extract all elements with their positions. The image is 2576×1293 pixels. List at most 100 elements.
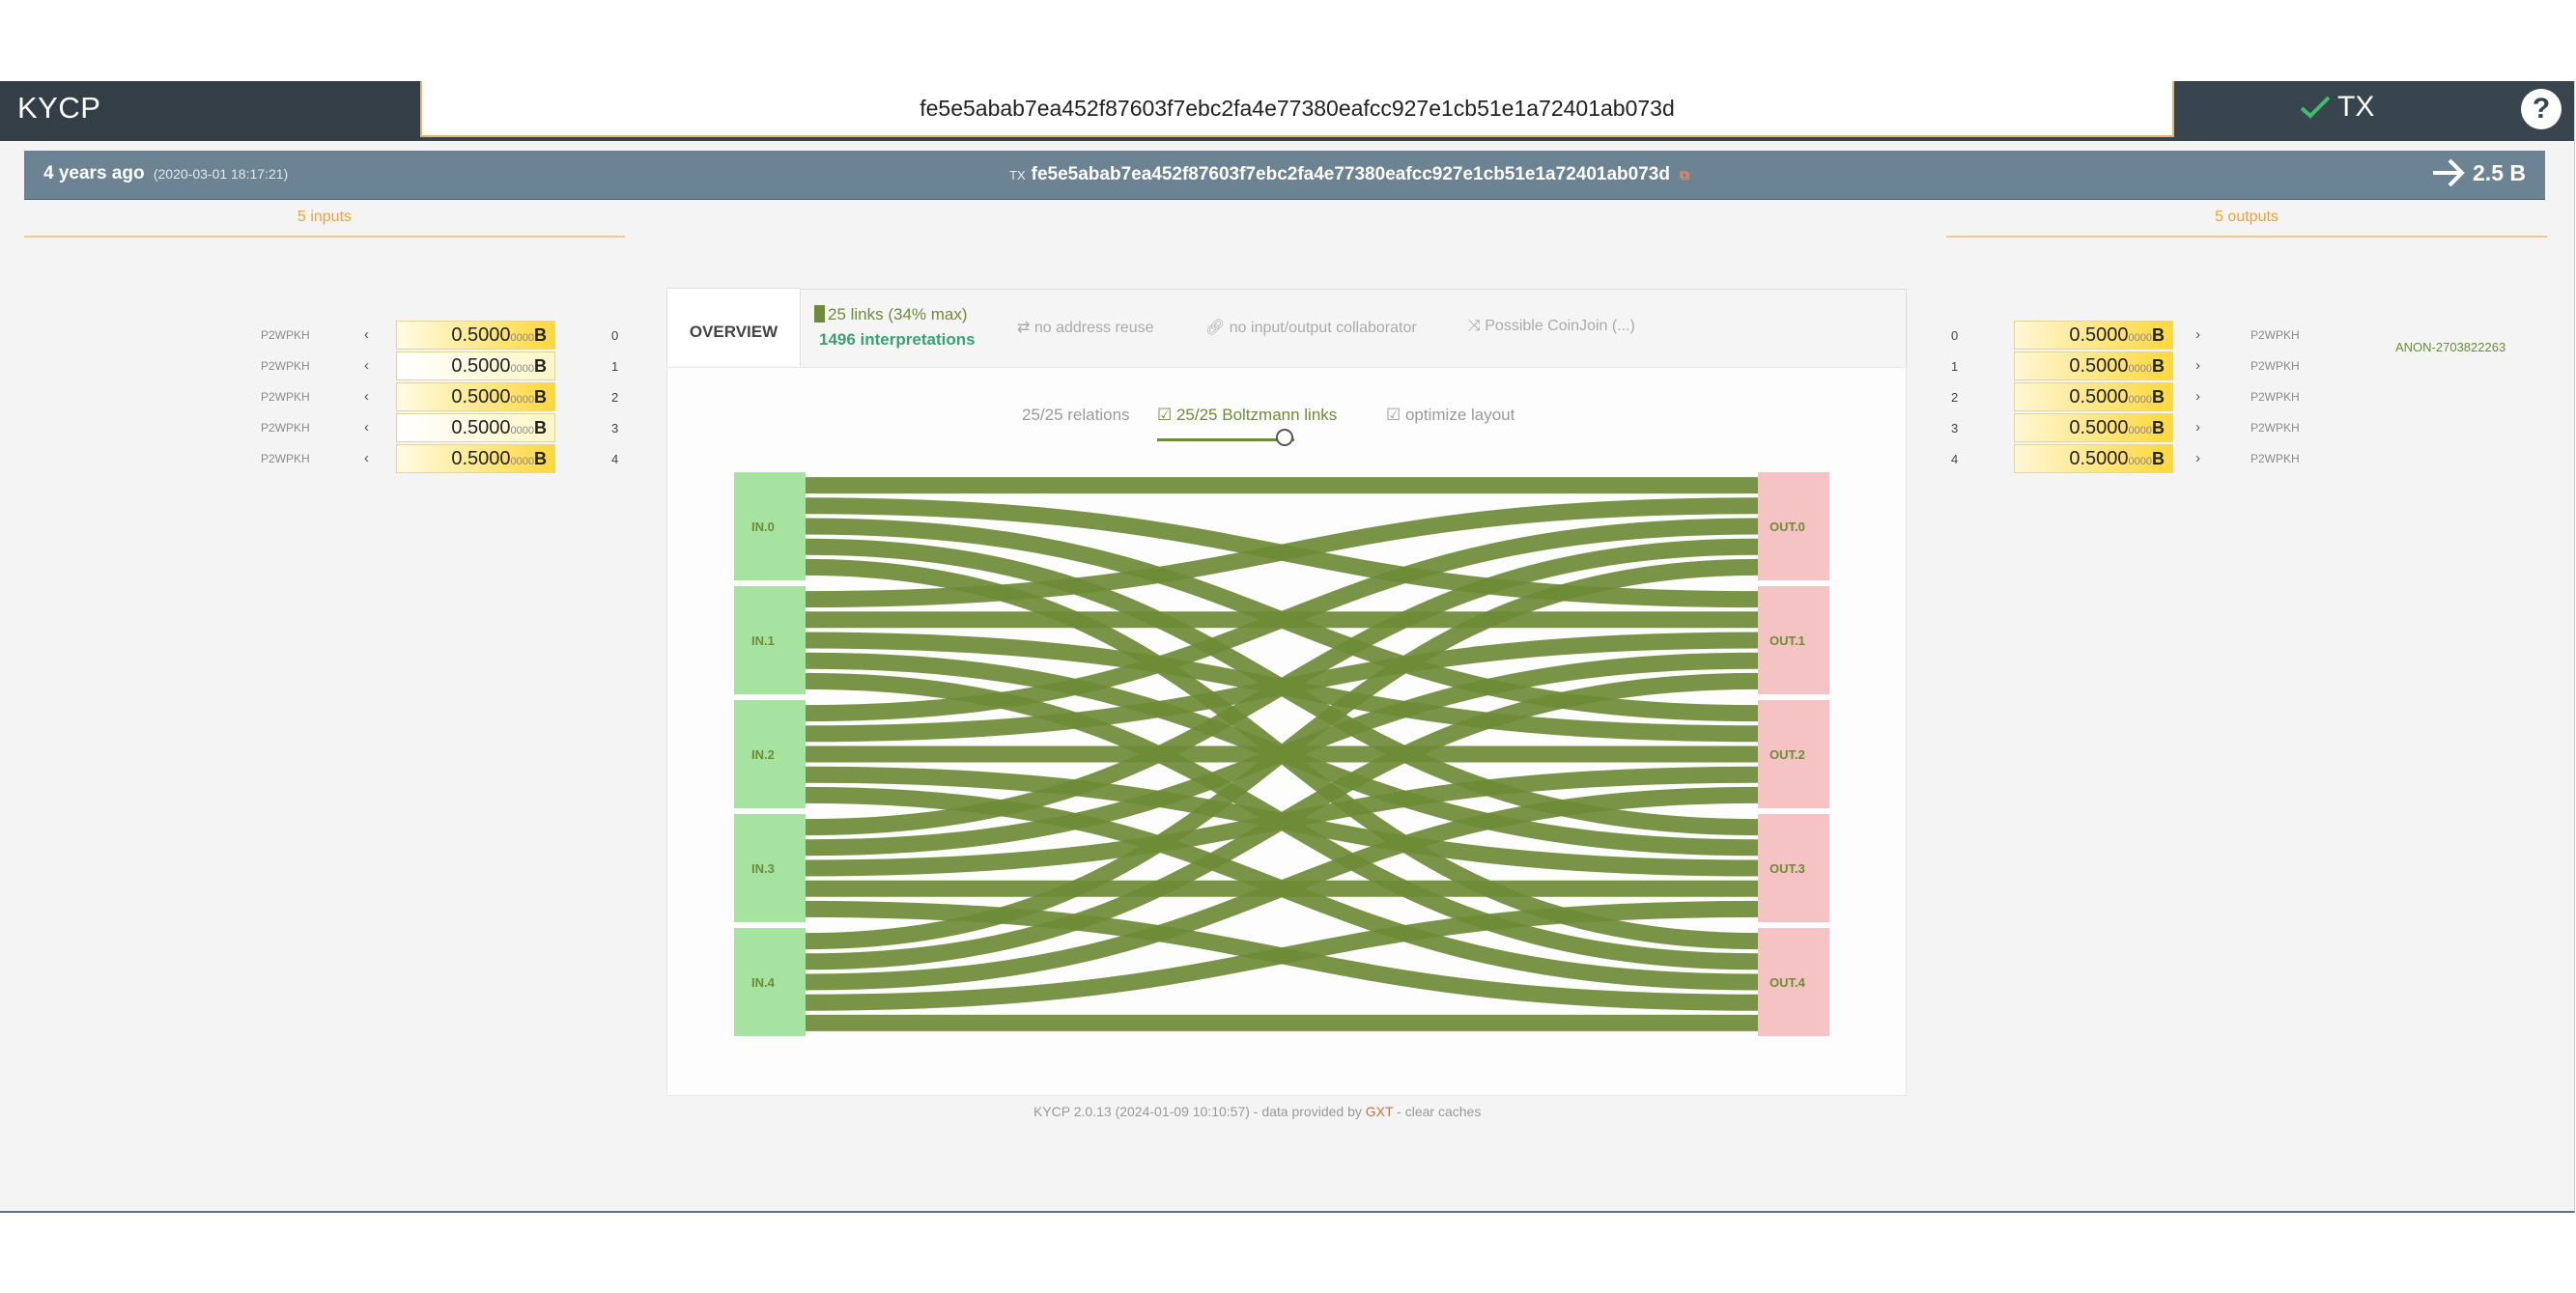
bitcoin-unit: B: [2152, 387, 2165, 407]
checkbox-icon: ☑: [1386, 406, 1405, 424]
output-value[interactable]: 0.50000000B: [2014, 382, 2173, 411]
output-row[interactable]: 1 0.50000000B › P2WPKH: [1946, 351, 2371, 380]
output-type: P2WPKH: [2250, 328, 2300, 342]
output-type: P2WPKH: [2250, 359, 2300, 373]
footer-rest[interactable]: - clear caches: [1393, 1104, 1481, 1119]
link-icon: 🔗︎: [1205, 320, 1230, 336]
tx-button-label: TX: [2337, 91, 2375, 123]
links-bar-icon: [814, 305, 825, 323]
input-row[interactable]: P2WPKH ‹ 0.50000000B 3: [24, 413, 625, 442]
flag-coinjoin[interactable]: ⤨ Possible CoinJoin (...): [1468, 318, 1635, 335]
input-type: P2WPKH: [261, 328, 310, 342]
value-sub: 0000: [510, 425, 534, 436]
output-type: P2WPKH: [2250, 452, 2300, 465]
output-value[interactable]: 0.50000000B: [2014, 351, 2173, 380]
tx-age: 4 years ago (2020-03-01 18:17:21): [43, 163, 288, 184]
input-value[interactable]: 0.50000000B: [396, 382, 555, 411]
output-index: 3: [1951, 421, 1959, 436]
value-sub: 0000: [2128, 363, 2152, 375]
flag-collaborator[interactable]: 🔗︎ no input/output collaborator: [1205, 318, 1417, 337]
output-value[interactable]: 0.50000000B: [2014, 321, 2173, 350]
threshold-slider-handle[interactable]: [1276, 429, 1294, 446]
input-value[interactable]: 0.50000000B: [396, 351, 555, 380]
chevron-left-icon[interactable]: ‹: [364, 357, 369, 374]
value-main: 0.5000: [2069, 386, 2129, 408]
value-main: 0.5000: [2069, 355, 2129, 377]
chevron-right-icon[interactable]: ›: [2195, 357, 2200, 374]
transaction-bar: 4 years ago (2020-03-01 18:17:21) TX fe5e…: [24, 151, 2545, 200]
chevron-left-icon[interactable]: ‹: [364, 326, 369, 343]
flag-coinjoin-label: Possible CoinJoin (...): [1485, 318, 1635, 334]
tx-label: TX: [1009, 168, 1026, 183]
output-node-label: OUT.4: [1769, 975, 1806, 990]
chevron-right-icon[interactable]: ›: [2195, 326, 2200, 343]
arrow-right-icon: [2433, 158, 2465, 187]
output-row[interactable]: 3 0.50000000B › P2WPKH: [1946, 413, 2371, 442]
input-row[interactable]: P2WPKH ‹ 0.50000000B 2: [24, 382, 625, 411]
bitcoin-unit: B: [2152, 325, 2165, 345]
output-node-label: OUT.1: [1769, 633, 1805, 648]
input-type: P2WPKH: [261, 359, 310, 373]
help-icon[interactable]: ?: [2521, 89, 2562, 129]
input-row[interactable]: P2WPKH ‹ 0.50000000B 1: [24, 351, 625, 380]
flag-address-reuse[interactable]: ⇄ no address reuse: [1017, 318, 1154, 337]
tab-overview[interactable]: OVERVIEW: [666, 288, 801, 366]
optimize-layout-toggle[interactable]: ☑ optimize layout: [1386, 406, 1514, 425]
chevron-left-icon[interactable]: ‹: [364, 419, 369, 436]
app-window: KYCP fe5e5abab7ea452f87603f7ebc2fa4e7738…: [0, 81, 2575, 1213]
value-main: 0.5000: [2069, 417, 2129, 438]
input-node-label: IN.2: [751, 747, 775, 762]
output-node-label: OUT.3: [1769, 861, 1805, 876]
value-sub: 0000: [2128, 332, 2152, 344]
input-index: 3: [611, 421, 619, 436]
bitcoin-unit: B: [534, 418, 547, 437]
tx-id-value: fe5e5abab7ea452f87603f7ebc2fa4e77380eafc…: [1031, 164, 1670, 184]
output-annotation: ANON-2703822263: [2395, 340, 2506, 354]
boltzmann-toggle[interactable]: ☑ 25/25 Boltzmann links: [1157, 406, 1337, 425]
output-index: 1: [1951, 359, 1959, 374]
value-sub: 0000: [510, 456, 534, 467]
value-main: 0.5000: [451, 355, 511, 377]
threshold-slider-fill: [1157, 438, 1294, 441]
output-row[interactable]: 2 0.50000000B › P2WPKH: [1946, 382, 2371, 411]
bitcoin-unit: B: [2152, 418, 2165, 437]
txid-search-input[interactable]: fe5e5abab7ea452f87603f7ebc2fa4e77380eafc…: [420, 81, 2174, 137]
input-value[interactable]: 0.50000000B: [396, 444, 555, 473]
check-icon: [2300, 96, 2331, 119]
output-index: 4: [1951, 452, 1959, 466]
value-sub: 0000: [510, 394, 534, 406]
footer: KYCP 2.0.13 (2024-01-09 10:10:57) - data…: [1033, 1104, 1481, 1119]
chevron-left-icon[interactable]: ‹: [364, 388, 369, 405]
shuffle-icon: ⤨: [1468, 318, 1486, 334]
chevron-right-icon[interactable]: ›: [2195, 419, 2200, 436]
bitcoin-unit: B: [534, 356, 547, 376]
footer-provider-link[interactable]: GXT: [1366, 1104, 1394, 1119]
copy-icon[interactable]: ⧉: [1680, 167, 1689, 183]
tx-age-relative: 4 years ago: [43, 163, 145, 183]
input-type: P2WPKH: [261, 452, 310, 465]
input-node-label: IN.3: [751, 861, 775, 876]
tx-id[interactable]: TX fe5e5abab7ea452f87603f7ebc2fa4e77380ea…: [1009, 164, 1689, 185]
input-value[interactable]: 0.50000000B: [396, 321, 555, 350]
output-row[interactable]: 4 0.50000000B › P2WPKH: [1946, 444, 2371, 473]
input-type: P2WPKH: [261, 421, 310, 435]
output-index: 2: [1951, 390, 1959, 405]
output-index: 0: [1951, 328, 1959, 343]
input-row[interactable]: P2WPKH ‹ 0.50000000B 4: [24, 444, 625, 473]
tx-total-value: 2.5 B: [2473, 159, 2526, 185]
input-index: 0: [611, 328, 619, 343]
input-row[interactable]: P2WPKH ‹ 0.50000000B 0: [24, 321, 625, 350]
input-node-label: IN.4: [751, 975, 776, 990]
output-value[interactable]: 0.50000000B: [2014, 444, 2173, 473]
output-type: P2WPKH: [2250, 421, 2300, 435]
input-type: P2WPKH: [261, 390, 310, 404]
brand-logo[interactable]: KYCP: [17, 91, 100, 126]
output-value[interactable]: 0.50000000B: [2014, 413, 2173, 442]
tx-button[interactable]: TX: [2299, 91, 2374, 124]
chevron-left-icon[interactable]: ‹: [364, 450, 369, 466]
output-row[interactable]: 0 0.50000000B › P2WPKH: [1946, 321, 2371, 350]
flag-collaborator-label: no input/output collaborator: [1229, 320, 1417, 336]
input-value[interactable]: 0.50000000B: [396, 413, 555, 442]
chevron-right-icon[interactable]: ›: [2195, 450, 2200, 466]
chevron-right-icon[interactable]: ›: [2195, 388, 2200, 405]
